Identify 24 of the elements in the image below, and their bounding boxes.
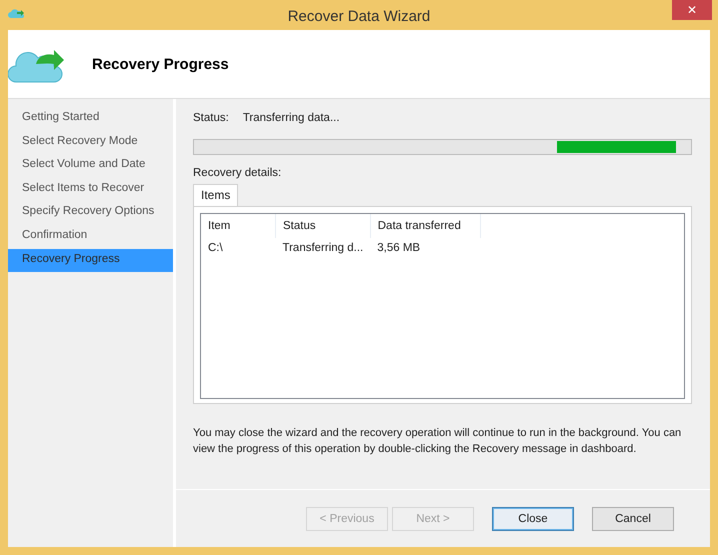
details-label: Recovery details:: [193, 167, 282, 179]
table-cell: Transferring d...: [276, 238, 370, 258]
column-header[interactable]: Data transferred: [370, 214, 480, 238]
tab[interactable]: Items: [193, 184, 238, 206]
sidebar-item[interactable]: Recovery Progress: [8, 248, 173, 272]
table-cell: 3,56 MB: [370, 238, 480, 258]
status-label: Status:: [193, 112, 229, 124]
sidebar-item[interactable]: Specify Recovery Options: [8, 201, 173, 225]
table-cell: C:\: [201, 238, 276, 258]
close-button[interactable]: ✕: [672, 0, 712, 20]
wizard-button[interactable]: Cancel: [592, 506, 674, 530]
cloud-icon: [8, 7, 26, 19]
sidebar-item[interactable]: Select Items to Recover: [8, 178, 173, 202]
status-value: Transferring data...: [242, 112, 340, 124]
page-title: Recovery Progress: [92, 56, 229, 72]
info-text: You may close the wizard and the recovery operation will continue to run in the background. You can view the progress of this operation by double-clicking the Recovery message in dashboard.: [193, 426, 682, 457]
sidebar-item[interactable]: Select Recovery Mode: [8, 130, 173, 154]
sidebar-item[interactable]: Select Volume and Date: [8, 154, 173, 178]
sidebar-item[interactable]: Confirmation: [8, 224, 173, 249]
wizard-button[interactable]: Close: [492, 506, 574, 530]
column-header[interactable]: Status: [276, 214, 370, 238]
sidebar-item[interactable]: Getting Started: [8, 107, 173, 131]
column-header[interactable]: Item: [201, 214, 276, 238]
window-title: Recover Data Wizard: [288, 6, 430, 24]
